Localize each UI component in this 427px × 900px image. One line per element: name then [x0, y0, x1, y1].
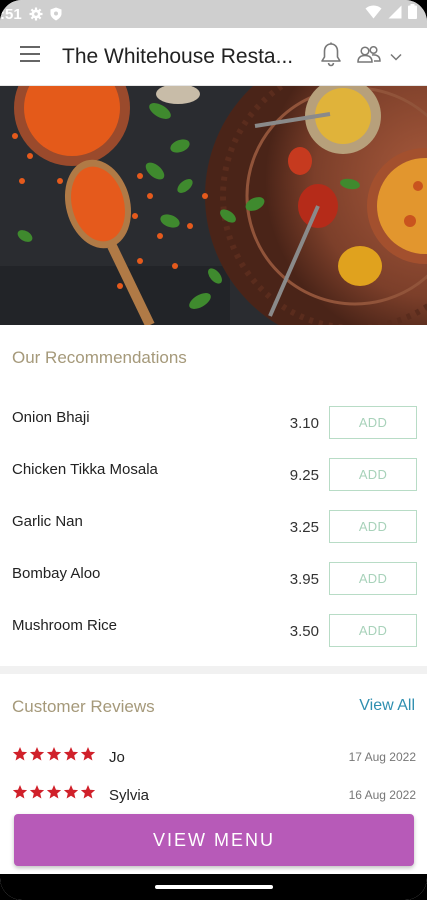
signal-icon [388, 5, 402, 24]
home-gesture-handle[interactable] [155, 885, 273, 889]
section-divider [0, 666, 427, 674]
status-time: :51 [0, 5, 22, 23]
menu-button[interactable] [0, 28, 60, 86]
list-item: Garlic Nan 3.25 ADD [0, 500, 427, 552]
users-icon [356, 44, 382, 69]
star-icon [12, 784, 28, 805]
reviews-heading: Customer Reviews [12, 697, 155, 716]
hamburger-menu-icon [19, 45, 41, 68]
wifi-icon [365, 5, 382, 24]
add-button[interactable]: ADD [329, 614, 417, 647]
add-button[interactable]: ADD [329, 458, 417, 491]
item-name: Bombay Aloo [12, 565, 101, 582]
reviewer-name: Sylvia [109, 787, 150, 804]
star-icon [46, 746, 62, 767]
shield-icon [50, 7, 62, 21]
item-name: Garlic Nan [12, 513, 83, 530]
add-button[interactable]: ADD [329, 406, 417, 439]
review-row: Jo 17 Aug 2022 [12, 746, 416, 770]
item-price: 3.25 [289, 519, 319, 536]
star-rating [12, 746, 96, 767]
item-price: 3.50 [289, 623, 319, 640]
account-switcher-button[interactable] [356, 44, 402, 69]
item-price: 3.95 [289, 571, 319, 588]
star-icon [29, 746, 45, 767]
list-item: Mushroom Rice 3.50 ADD [0, 604, 427, 656]
list-item: Chicken Tikka Mosala 9.25 ADD [0, 448, 427, 500]
star-icon [80, 784, 96, 805]
hero-food-image [0, 86, 427, 325]
recommendations-list: Onion Bhaji 3.10 ADD Chicken Tikka Mosal… [0, 396, 427, 656]
star-icon [63, 746, 79, 767]
star-icon [46, 784, 62, 805]
review-date: 16 Aug 2022 [348, 788, 416, 802]
review-row: Sylvia 16 Aug 2022 [12, 784, 416, 808]
restaurant-title: The Whitehouse Resta... [62, 44, 294, 68]
item-price: 9.25 [289, 467, 319, 484]
review-date: 17 Aug 2022 [348, 750, 416, 764]
item-name: Onion Bhaji [12, 409, 90, 426]
app-bar: The Whitehouse Resta... [0, 28, 427, 86]
status-bar: :51 [0, 0, 427, 28]
star-icon [12, 746, 28, 767]
item-name: Mushroom Rice [12, 617, 118, 634]
chevron-down-icon [390, 48, 402, 66]
app-screen: :51 The Whitehouse Resta... Our Recommen… [0, 0, 427, 900]
view-menu-button[interactable]: VIEW MENU [14, 814, 414, 866]
add-button[interactable]: ADD [329, 562, 417, 595]
list-item: Onion Bhaji 3.10 ADD [0, 396, 427, 448]
item-name: Chicken Tikka Mosala [12, 461, 158, 478]
star-rating [12, 784, 96, 805]
settings-gear-icon [29, 7, 43, 21]
notifications-button[interactable] [320, 42, 342, 72]
star-icon [29, 784, 45, 805]
recommendations-heading: Our Recommendations [12, 348, 187, 367]
bell-icon [320, 42, 342, 72]
star-icon [63, 784, 79, 805]
view-all-link[interactable]: View All [359, 697, 415, 715]
battery-icon [408, 4, 417, 24]
add-button[interactable]: ADD [329, 510, 417, 543]
item-price: 3.10 [289, 415, 319, 432]
list-item: Bombay Aloo 3.95 ADD [0, 552, 427, 604]
reviewer-name: Jo [109, 749, 125, 766]
star-icon [80, 746, 96, 767]
